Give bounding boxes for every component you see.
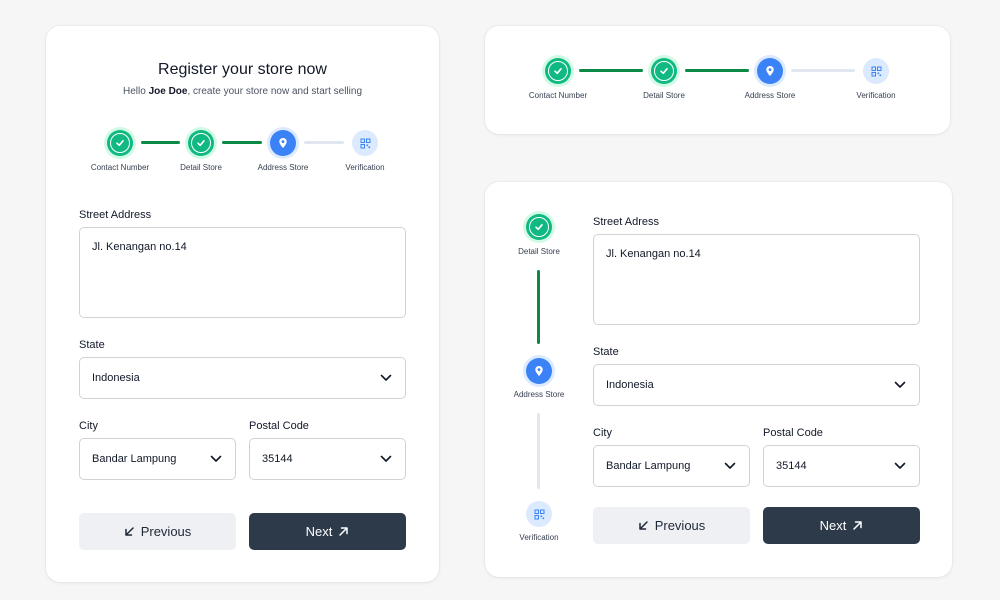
check-icon [554,68,562,75]
step-label-address-store: Address Store [513,390,565,399]
state-select[interactable]: Indonesia [593,364,920,406]
state-label: State [79,339,105,351]
check-icon [116,140,124,147]
previous-button[interactable]: Previous [79,513,236,550]
city-label: City [79,420,98,432]
chevron-down-icon [893,378,907,392]
step-label-address-store: Address Store [744,91,796,100]
arrow-down-left-icon [124,527,134,536]
previous-button[interactable]: Previous [593,507,750,544]
city-select[interactable]: Bandar Lampung [593,445,750,487]
step-label-contact-number: Contact Number [528,91,588,100]
check-icon [660,68,668,75]
next-button-label: Next [305,524,333,539]
street-address-label: Street Adress [593,216,660,228]
step-connector-2 [222,141,262,144]
city-select[interactable]: Bandar Lampung [79,438,236,480]
chevron-down-icon [209,452,223,466]
city-value: Bandar Lampung [92,453,177,465]
qr-code-icon [534,509,544,519]
postal-code-select[interactable]: 35144 [249,438,406,480]
check-icon [197,140,205,147]
qr-code-icon [360,138,370,148]
step-label-detail-store: Detail Store [180,163,222,172]
location-pin-icon [766,66,774,76]
state-value: Indonesia [606,379,654,391]
chevron-down-icon [893,459,907,473]
step-connector-1 [579,69,643,72]
step-label-detail-store: Detail Store [643,91,685,100]
city-label: City [593,427,612,439]
arrow-up-right-icon [853,521,863,530]
next-button-label: Next [819,518,847,533]
step-contact-number [545,58,571,84]
state-select[interactable]: Indonesia [79,357,406,399]
address-form-card: Detail Store Address Store Verification … [485,182,952,577]
step-detail-store [188,130,214,156]
arrow-down-left-icon [638,521,648,530]
step-label-verification: Verification [519,533,559,542]
location-pin-icon [279,138,287,148]
street-address-input[interactable]: Jl. Kenangan no.14 [593,234,920,325]
postal-code-value: 35144 [262,453,293,465]
chevron-down-icon [723,459,737,473]
page-subtitle: Hello Joe Doe, create your store now and… [46,86,439,97]
city-value: Bandar Lampung [606,460,691,472]
qr-code-icon [871,66,881,76]
page-title: Register your store now [158,61,327,78]
subtitle-prefix: Hello [122,86,149,97]
state-label: State [593,346,619,358]
step-verification [352,130,378,156]
street-address-input[interactable]: Jl. Kenangan no.14 [79,227,406,318]
step-label-address-store: Address Store [257,163,309,172]
check-icon [535,224,543,231]
postal-code-label: Postal Code [763,427,823,439]
postal-code-value: 35144 [776,460,807,472]
step-address-store [757,58,783,84]
chevron-down-icon [379,371,393,385]
step-connector-3 [304,141,344,144]
step-label-verification: Verification [345,163,385,172]
chevron-down-icon [379,452,393,466]
step-label-detail-store: Detail Store [518,247,560,256]
arrow-up-right-icon [339,527,349,536]
previous-button-label: Previous [140,524,192,539]
previous-button-label: Previous [654,518,706,533]
postal-code-label: Postal Code [249,420,309,432]
next-button[interactable]: Next [763,507,920,544]
step-label-verification: Verification [856,91,896,100]
step-contact-number [107,130,133,156]
next-button[interactable]: Next [249,513,406,550]
step-detail-store [526,214,552,240]
step-detail-store [651,58,677,84]
street-address-label: Street Address [79,209,152,221]
step-connector-3 [791,69,855,72]
step-label-contact-number: Contact Number [90,163,150,172]
step-address-store [526,358,552,384]
step-address-store [270,130,296,156]
step-connector-2 [537,413,540,489]
step-connector-2 [685,69,749,72]
stepper-card: Contact Number Detail Store Address Stor… [485,26,950,134]
register-store-card: Register your store now Hello Joe Doe, c… [46,26,439,582]
state-value: Indonesia [92,372,140,384]
subtitle-suffix: , create your store now and start sellin… [187,86,362,97]
location-pin-icon [535,366,543,376]
step-connector-1 [537,270,540,344]
postal-code-select[interactable]: 35144 [763,445,920,487]
step-verification [863,58,889,84]
user-name: Joe Doe [148,86,188,97]
step-connector-1 [141,141,180,144]
step-verification [526,501,552,527]
